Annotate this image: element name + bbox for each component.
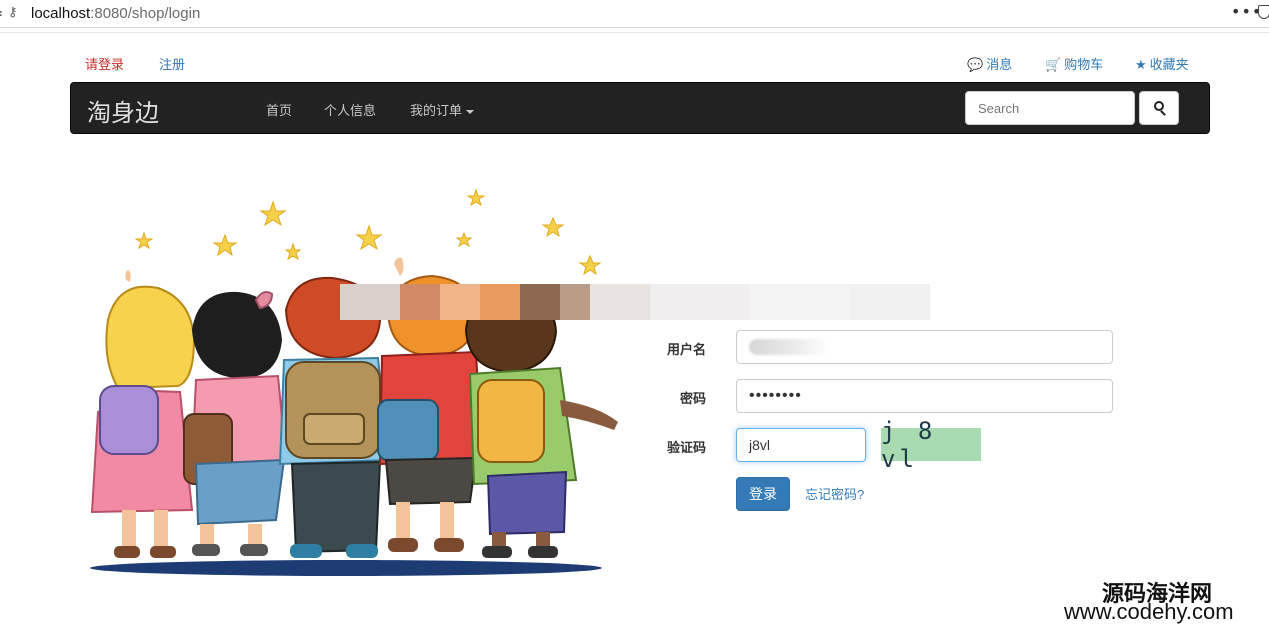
address-text[interactable]: localhost:8080/shop/login [31,5,200,22]
password-label: 密码 [679,391,706,406]
username-label: 用户名 [666,342,706,357]
cart-label: 购物车 [1064,57,1104,72]
nav-orders-label: 我的订单 [410,103,463,118]
star-icon: ★ [1135,57,1147,72]
brand-logo[interactable]: 淘身边 [87,93,159,128]
comment-icon: 💬 [967,57,984,72]
nav-orders-dropdown[interactable]: 我的订单 [410,100,475,119]
browser-url-bar[interactable]: ⠆ ⚷ localhost:8080/shop/login ••• [0,0,1269,28]
main-navbar: 淘身边 首页 个人信息 我的订单 [70,82,1210,134]
blurred-title-mosaic [340,284,930,324]
username-field[interactable] [736,330,1113,364]
login-button[interactable]: 登录 [736,477,790,511]
captcha-input[interactable]: j8vl [736,428,866,462]
captcha-label: 验证码 [666,440,706,455]
password-field[interactable]: •••••••• [736,379,1113,413]
messages-link[interactable]: 💬 消息 [967,54,1012,73]
shield-icon[interactable] [1258,5,1269,19]
search-icon-handle [1160,110,1166,116]
toolbar-divider [0,29,1269,33]
login-link[interactable]: 请登录 [85,54,124,73]
forgot-password-link[interactable]: 忘记密码? [805,484,864,503]
children-illustration [90,188,618,576]
cart-icon: 🛒 [1045,57,1062,72]
captcha-image[interactable]: j 8 vl [881,417,981,473]
favorites-link[interactable]: ★ 收藏夹 [1135,54,1189,73]
key-icon[interactable]: ⚷ [8,5,18,20]
page-info-icon[interactable]: ⠆ [0,6,7,20]
watermark-url: www.codehy.com [1064,599,1234,624]
register-link[interactable]: 注册 [159,54,185,73]
username-redacted [749,339,829,355]
search-button[interactable] [1139,91,1179,125]
messages-label: 消息 [986,57,1013,72]
favorites-label: 收藏夹 [1149,57,1189,72]
nav-profile[interactable]: 个人信息 [324,100,376,119]
search-input[interactable] [965,91,1135,125]
nav-home[interactable]: 首页 [266,100,292,119]
caret-down-icon [466,109,475,114]
search-icon [1154,101,1164,111]
cart-link[interactable]: 🛒 购物车 [1045,54,1103,73]
